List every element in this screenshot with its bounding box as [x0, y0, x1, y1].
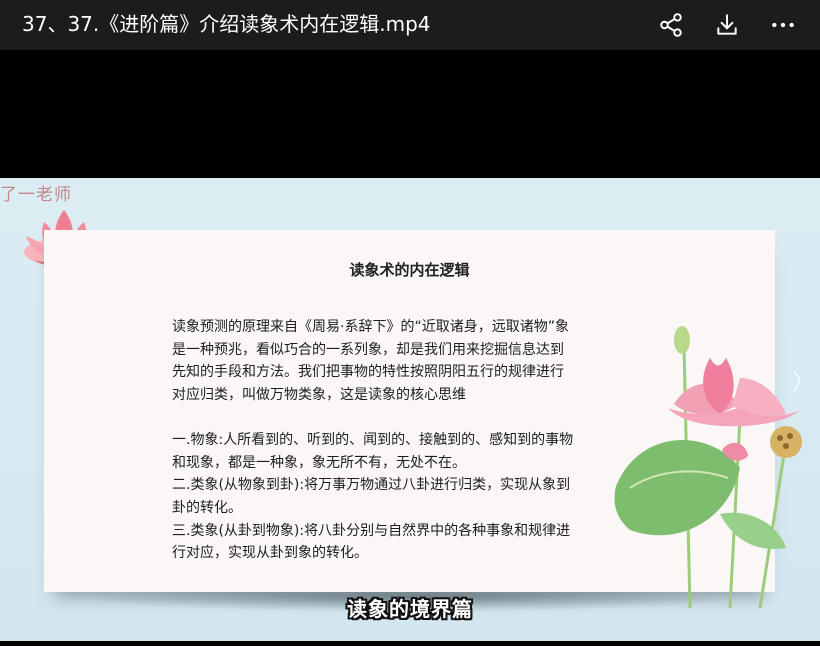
point-line: 行对应，实现从卦到象的转化。	[172, 545, 368, 562]
point-line: 三.类象(从卦到物象):将八卦分别与自然界中的各种事象和规律进	[172, 522, 571, 539]
video-subtitle: 读象的境界篇	[347, 597, 473, 621]
video-title-bar: 37、37.《进阶篇》介绍读象术内在逻辑.mp4	[0, 0, 820, 50]
more-button[interactable]	[768, 10, 798, 40]
point-line: 卦的转化。	[172, 499, 242, 516]
slide-body: 读象预测的原理来自《周易·系辞下》的“近取诸身，远取诸物”象 是一种预兆，看似巧…	[172, 316, 612, 565]
video-frame[interactable]: 了一老师 读象术的内在逻辑 读象预测的原理来自《周易·系辞下》的“近取诸身，远取…	[0, 178, 820, 641]
share-icon	[660, 13, 682, 37]
intro-line: 对应归类，叫做万物类象，这是读象的核心思维	[172, 387, 466, 404]
intro-line: 读象预测的原理来自《周易·系辞下》的“近取诸身，远取诸物”象	[172, 319, 569, 335]
download-button[interactable]	[712, 10, 742, 40]
slide-title: 读象术的内在逻辑	[349, 261, 470, 279]
share-button[interactable]	[656, 10, 686, 40]
download-icon	[717, 14, 737, 35]
video-letterbox	[0, 50, 820, 178]
point-line: 和现象，都是一种象，象无所不有，无处不在。	[172, 454, 466, 471]
next-arrow-icon[interactable]: 〉	[792, 364, 814, 396]
point-line: 一.物象:人所看到的、听到的、闻到的、接触到的、感知到的事物	[172, 431, 574, 448]
point-line: 二.类象(从物象到卦):将万事万物通过八卦进行归类，实现从象到	[172, 477, 571, 494]
header-actions	[656, 10, 798, 40]
lotus-leaf-illustration	[614, 326, 802, 608]
bottom-edge	[0, 641, 820, 646]
intro-line: 先知的手段和方法。我们把事物的特性按照阴阳五行的规律进行	[172, 364, 564, 381]
intro-line: 是一种预兆，看似巧合的一系列象，却是我们用来挖掘信息达到	[172, 341, 564, 358]
video-title: 37、37.《进阶篇》介绍读象术内在逻辑.mp4	[22, 12, 431, 36]
more-icon	[772, 22, 794, 28]
